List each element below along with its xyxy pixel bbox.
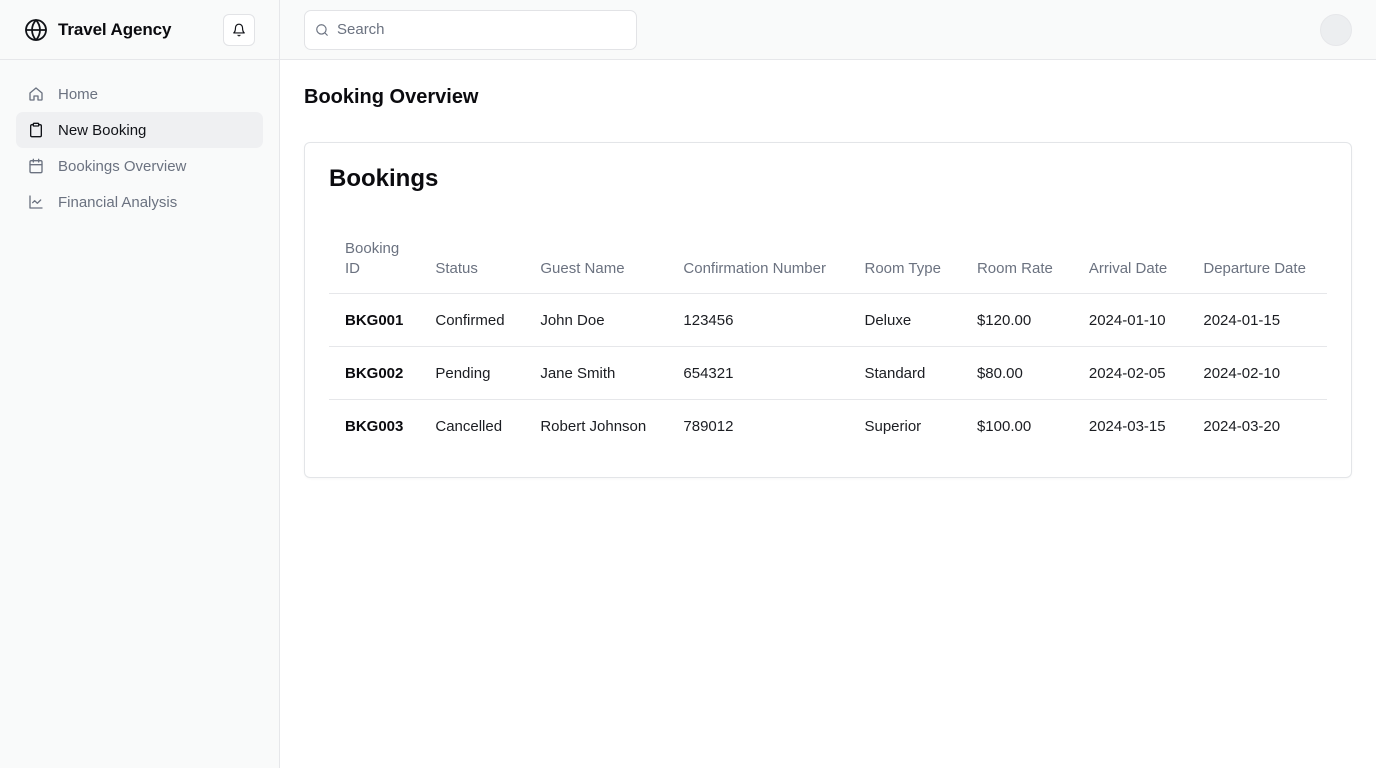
departure-date-cell: 2024-02-10	[1187, 346, 1327, 400]
departure-date-cell: 2024-01-15	[1187, 293, 1327, 347]
booking-id-cell: BKG001	[329, 293, 420, 347]
brand-name: Travel Agency	[58, 19, 172, 39]
main-area: Booking Overview Bookings Booking ID Sta…	[280, 0, 1376, 768]
column-header-booking-id: Booking ID	[329, 239, 420, 294]
content: Booking Overview Bookings Booking ID Sta…	[280, 60, 1376, 504]
table-row[interactable]: BKG002 Pending Jane Smith 654321 Standar…	[329, 346, 1327, 400]
room-type-cell: Superior	[864, 417, 922, 435]
confirmation-number-cell: 789012	[683, 417, 734, 435]
sidebar-item-home[interactable]: Home	[16, 76, 263, 112]
table-row[interactable]: BKG003 Cancelled Robert Johnson 789012 S…	[329, 400, 1327, 453]
guest-name-cell: John Doe	[524, 293, 668, 347]
booking-id-cell: BKG002	[329, 346, 420, 400]
column-header-guest-name: Guest Name	[524, 239, 668, 294]
sidebar-item-label: Bookings Overview	[58, 157, 187, 175]
room-rate-cell: $120.00	[960, 293, 1073, 347]
booking-id-cell: BKG003	[345, 417, 404, 435]
table-header-row: Booking ID Status Guest Name Confirmatio…	[329, 239, 1327, 294]
card-title: Bookings	[329, 165, 439, 192]
sidebar-item-financial-analysis[interactable]: Financial Analysis	[16, 184, 263, 220]
search-icon	[315, 23, 329, 37]
page-title: Booking Overview	[304, 86, 479, 108]
line-chart-icon	[28, 194, 44, 210]
home-icon	[28, 86, 44, 102]
topbar	[280, 0, 1376, 60]
confirmation-number-cell: 123456	[667, 293, 849, 347]
notifications-button[interactable]	[223, 13, 255, 46]
room-type-cell: Deluxe	[848, 293, 961, 347]
column-header-status: Status	[419, 239, 525, 294]
bell-icon	[232, 23, 246, 37]
column-header-confirmation-number: Confirmation Number	[667, 239, 849, 294]
column-header-room-rate: Room Rate	[960, 239, 1073, 294]
bookings-table: Booking ID Status Guest Name Confirmatio…	[329, 239, 1327, 453]
clipboard-icon	[28, 122, 44, 138]
confirmation-number-cell: 654321	[667, 346, 849, 400]
search-input[interactable]	[337, 21, 626, 38]
column-header-room-type: Room Type	[848, 239, 961, 294]
status-cell: Pending	[419, 346, 525, 400]
sidebar-item-label: Financial Analysis	[58, 193, 178, 211]
avatar[interactable]	[1320, 13, 1352, 46]
sidebar-item-new-booking[interactable]: New Booking	[16, 112, 263, 148]
arrival-date-cell: 2024-01-10	[1072, 293, 1188, 347]
status-cell: Cancelled	[435, 417, 503, 435]
sidebar-item-label: Home	[58, 85, 99, 103]
bookings-card: Bookings Booking ID Status Guest Name Co…	[304, 142, 1352, 478]
guest-name-cell: Jane Smith	[524, 346, 668, 400]
guest-name-cell: Robert Johnson	[540, 417, 647, 435]
arrival-date-cell: 2024-02-05	[1072, 346, 1188, 400]
calendar-icon	[28, 158, 44, 174]
app-root: Travel Agency Home New Booking Bookings …	[0, 0, 1376, 768]
room-type-cell: Standard	[848, 346, 961, 400]
arrival-date-cell: 2024-03-15	[1088, 417, 1166, 435]
sidebar: Travel Agency Home New Booking Bookings …	[0, 0, 280, 768]
column-header-departure-date: Departure Date	[1187, 239, 1327, 294]
sidebar-item-label: New Booking	[58, 121, 147, 139]
table-row[interactable]: BKG001 Confirmed John Doe 123456 Deluxe …	[329, 293, 1327, 347]
sidebar-item-bookings-overview[interactable]: Bookings Overview	[16, 148, 263, 184]
brand[interactable]: Travel Agency	[24, 18, 171, 42]
sidebar-nav: Home New Booking Bookings Overview Finan…	[0, 60, 279, 236]
status-cell: Confirmed	[419, 293, 525, 347]
departure-date-cell: 2024-03-20	[1203, 417, 1281, 435]
room-rate-cell: $100.00	[976, 417, 1032, 435]
column-header-arrival-date: Arrival Date	[1072, 239, 1188, 294]
brand-bar: Travel Agency	[0, 0, 279, 60]
room-rate-cell: $80.00	[960, 346, 1073, 400]
search-box[interactable]	[304, 9, 637, 50]
globe-icon	[24, 18, 48, 42]
